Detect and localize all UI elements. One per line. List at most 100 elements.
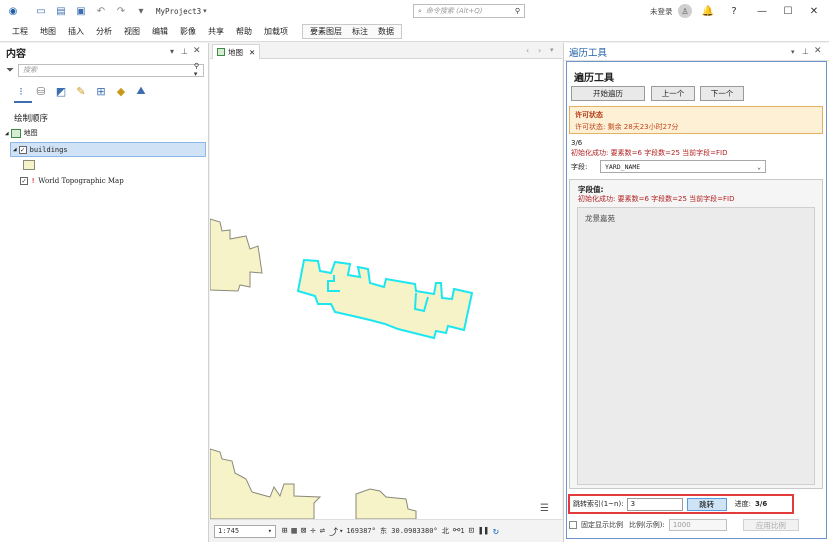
- expand-arrow-icon[interactable]: ◢: [13, 146, 17, 153]
- expand-arrow-icon[interactable]: ◢: [5, 130, 9, 137]
- labeling-icon[interactable]: ◆: [114, 84, 128, 98]
- tab-share[interactable]: 共享: [208, 26, 224, 37]
- basemap-visibility-checkbox[interactable]: ✓: [20, 177, 28, 185]
- map-canvas[interactable]: [210, 59, 562, 519]
- map-tree-item[interactable]: ◢ 地图: [5, 128, 38, 138]
- project-name[interactable]: MyProject3: [156, 7, 201, 16]
- start-traversal-button[interactable]: 开始遍历: [571, 86, 645, 101]
- help-icon[interactable]: ?: [726, 3, 742, 19]
- contents-search-input[interactable]: 搜索 ⚲ ▾: [18, 62, 204, 78]
- tab-data[interactable]: 数据: [378, 26, 394, 37]
- undo-icon[interactable]: ↶: [94, 4, 108, 18]
- snapping-icon[interactable]: ⊞: [94, 84, 108, 98]
- tab-view[interactable]: 视图: [124, 26, 140, 37]
- filter-icon[interactable]: ⏷: [6, 65, 14, 76]
- layer-symbol-swatch[interactable]: [23, 160, 35, 170]
- project-dropdown-icon[interactable]: ▾: [203, 7, 207, 15]
- tab-map[interactable]: 地图: [40, 26, 56, 37]
- save-project-icon[interactable]: ▣: [74, 4, 88, 18]
- tab-edit[interactable]: 编辑: [152, 26, 168, 37]
- close-pane-icon[interactable]: ✕: [193, 46, 201, 56]
- sign-in-status[interactable]: 未登录: [650, 6, 673, 17]
- pause-icon[interactable]: ❚❚: [478, 526, 489, 536]
- building-polygon-bottom-right[interactable]: [355, 488, 417, 519]
- selection-view-icon[interactable]: ◩: [54, 84, 68, 98]
- open-project-icon[interactable]: ▤: [54, 4, 68, 18]
- chevron-down-icon[interactable]: ▾: [339, 527, 343, 535]
- command-search[interactable]: ⌕ 命令搜索 (Alt+Q) ⚲: [413, 4, 525, 18]
- building-polygon-selected[interactable]: [296, 258, 474, 340]
- building-polygon-bottom-left[interactable]: [210, 448, 322, 519]
- tab-scroll-right-icon[interactable]: ›: [538, 46, 541, 55]
- tab-project[interactable]: 工程: [12, 26, 28, 37]
- layer-item-buildings[interactable]: ◢ ✓ buildings: [10, 142, 206, 157]
- tab-analysis[interactable]: 分析: [96, 26, 112, 37]
- customize-quick-access-icon[interactable]: ▾: [134, 4, 148, 18]
- scale-selector[interactable]: 1:745 ▾: [214, 524, 276, 538]
- pin-icon[interactable]: ⊥: [802, 47, 809, 56]
- map-view[interactable]: 地图 ✕ ‹ › ▾ ☰ 1:745 ▾ ⊞ ▦ ⊠ ✛ ⇌ ⤴ ▾ 16938…: [210, 43, 562, 542]
- snapping-toggle-icon[interactable]: ⊠: [301, 526, 306, 536]
- field-value-textarea[interactable]: 龙景嘉苑: [577, 207, 815, 485]
- field-value: YARD_NAME: [605, 162, 641, 171]
- field-value-text: 龙景嘉苑: [585, 214, 615, 223]
- pane-options-icon[interactable]: ▾: [170, 47, 174, 56]
- field-label: 字段:: [571, 163, 588, 171]
- tab-labeling[interactable]: 标注: [352, 26, 368, 37]
- screen-icon[interactable]: ⊡: [469, 526, 474, 536]
- tab-addins[interactable]: 加载项: [264, 26, 288, 37]
- scale-options-row: 固定显示比例 比例(示例): 1000 应用比例: [569, 518, 824, 532]
- arcgis-logo-icon: ◉: [8, 5, 18, 17]
- fixed-scale-icon[interactable]: ⊞: [282, 526, 287, 536]
- data-source-icon[interactable]: ⛁: [34, 84, 48, 98]
- search-icon[interactable]: ⚲: [515, 7, 520, 15]
- pane-options-icon[interactable]: ▾: [791, 48, 795, 56]
- previous-button[interactable]: 上一个: [651, 86, 695, 101]
- license-title: 许可状态: [575, 111, 603, 119]
- fixed-scale-checkbox[interactable]: [569, 521, 577, 529]
- map-tab[interactable]: 地图 ✕: [212, 44, 261, 59]
- map-tab-strip: 地图 ✕ ‹ › ▾: [210, 43, 562, 59]
- layer-visibility-checkbox[interactable]: ✓: [18, 145, 27, 154]
- tab-help[interactable]: 帮助: [236, 26, 252, 37]
- jump-button[interactable]: 跳转: [686, 497, 727, 511]
- redo-icon[interactable]: ↷: [114, 4, 128, 18]
- scale-input[interactable]: 1000: [668, 519, 727, 531]
- close-pane-icon[interactable]: ✕: [814, 46, 822, 56]
- map-notes-icon[interactable]: ☰: [540, 503, 549, 514]
- tab-list-icon[interactable]: ▾: [550, 46, 554, 54]
- notification-icon[interactable]: 🔔: [700, 3, 716, 19]
- selected-features-icon[interactable]: ⚯: [453, 526, 461, 536]
- jump-index-input[interactable]: 3: [626, 497, 683, 511]
- drawing-order-icon[interactable]: ⁝: [14, 84, 28, 98]
- tab-imagery[interactable]: 影像: [180, 26, 196, 37]
- coordinate-format-icon[interactable]: ⤴: [329, 525, 338, 538]
- map-icon: [10, 128, 21, 138]
- field-dropdown[interactable]: YARD_NAME ⌄: [600, 160, 766, 173]
- tab-feature-layer[interactable]: 要素图层: [310, 26, 342, 37]
- close-tab-icon[interactable]: ✕: [249, 48, 255, 57]
- feature-layer-context-tabs: 要素图层 标注 数据: [302, 24, 402, 39]
- editing-icon[interactable]: ✎: [74, 84, 88, 98]
- maximize-icon[interactable]: ☐: [780, 3, 796, 19]
- close-icon[interactable]: ✕: [806, 3, 822, 19]
- search-icon[interactable]: ⚲ ▾: [194, 62, 199, 78]
- apply-scale-button[interactable]: 应用比例: [742, 519, 799, 531]
- minimize-icon[interactable]: —: [754, 3, 770, 19]
- grid-icon[interactable]: ▦: [291, 526, 296, 536]
- tab-insert[interactable]: 插入: [68, 26, 84, 37]
- avatar-icon[interactable]: ♙: [678, 4, 692, 18]
- new-project-icon[interactable]: ▭: [34, 4, 48, 18]
- building-polygon-left[interactable]: [210, 218, 263, 292]
- ribbon-tabs: 工程 地图 插入 分析 视图 编辑 影像 共享 帮助 加载项 要素图层 标注 数…: [0, 22, 829, 42]
- next-button[interactable]: 下一个: [700, 86, 744, 101]
- perspective-icon[interactable]: ⛰: [134, 84, 148, 98]
- crosshair-icon[interactable]: ✛: [310, 526, 315, 536]
- refresh-icon[interactable]: ↻: [493, 526, 499, 537]
- rotation-icon[interactable]: ⇌: [320, 526, 325, 536]
- contents-header: 内容: [0, 43, 208, 61]
- tab-scroll-left-icon[interactable]: ‹: [526, 46, 529, 55]
- warning-icon: !: [31, 177, 36, 185]
- pin-icon[interactable]: ⊥: [181, 47, 188, 56]
- basemap-item[interactable]: ✓ ! World Topographic Map: [20, 177, 124, 185]
